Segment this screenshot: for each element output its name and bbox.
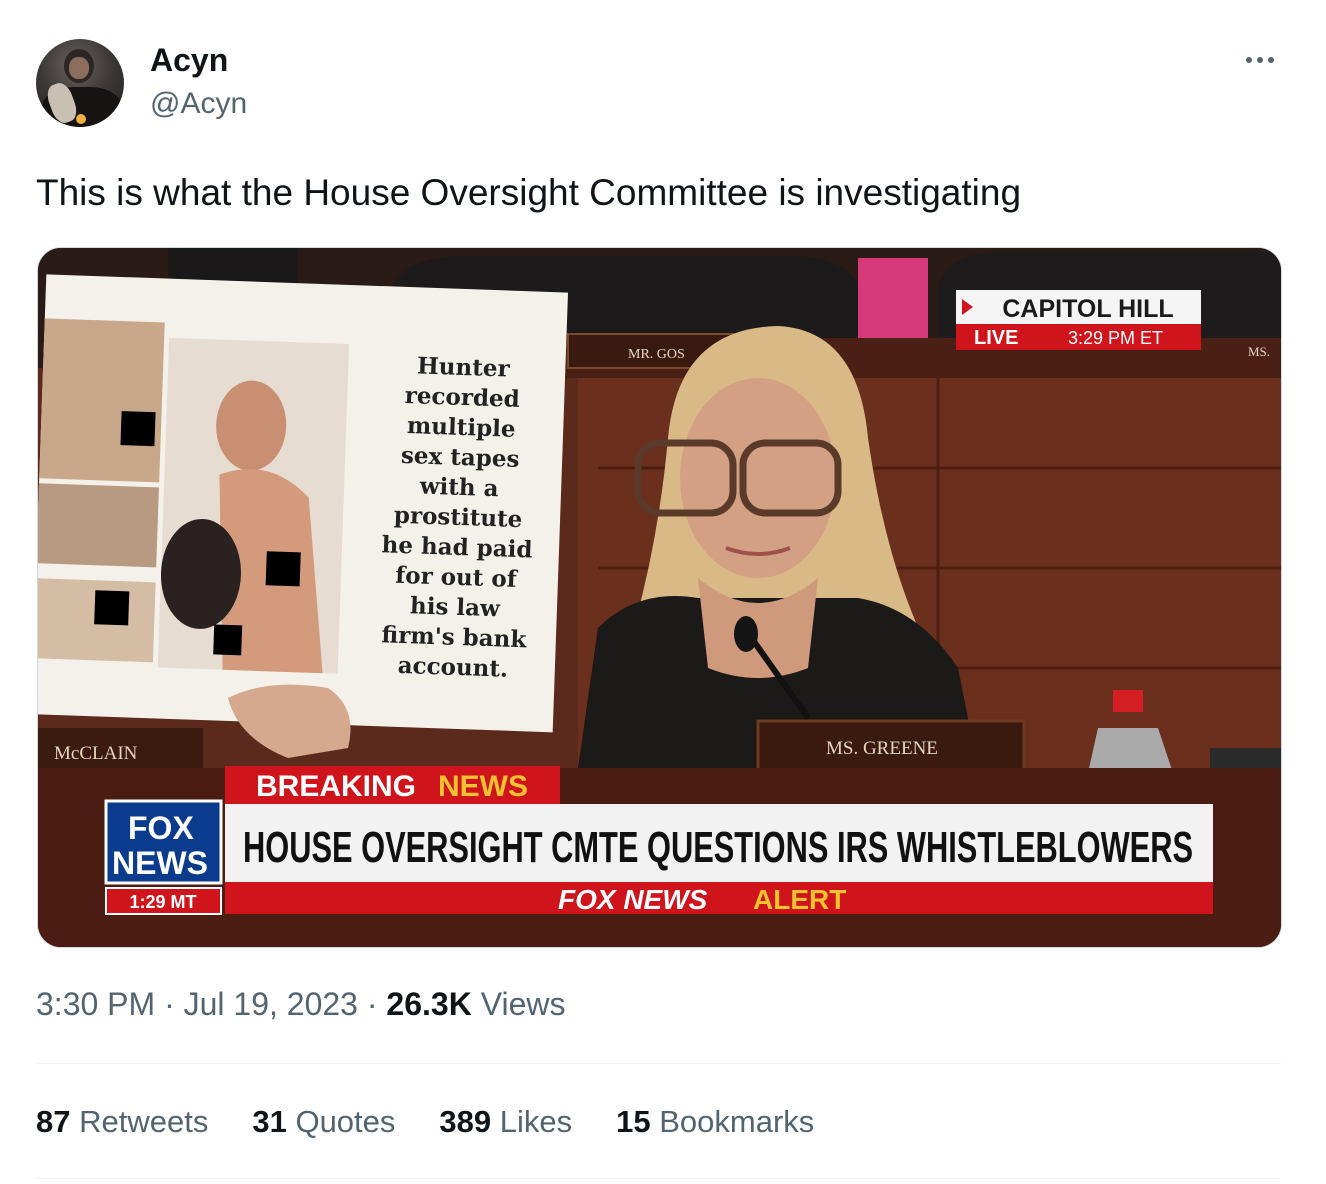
sign-line: he had paid	[381, 531, 533, 563]
avatar[interactable]	[36, 39, 124, 127]
display-name[interactable]: Acyn	[150, 40, 228, 80]
quotes-label: Quotes	[295, 1104, 396, 1139]
live-separator-time: 3:29 PM ET	[1068, 328, 1163, 348]
sign-line: recorded	[404, 382, 520, 413]
placard-top-text: MR. GOS	[628, 347, 685, 362]
logo-news: NEWS	[112, 845, 208, 881]
tweet-media-image[interactable]: MR. GOS MS. Hunter recorded multiple sex…	[37, 247, 1282, 948]
sign-line: Hunter	[417, 352, 511, 382]
face	[680, 378, 836, 578]
meta-separator: ·	[155, 986, 184, 1022]
divider	[36, 1178, 1281, 1179]
tweet-date[interactable]: Jul 19, 2023	[184, 986, 358, 1022]
views-label: Views	[480, 986, 566, 1022]
alert-word: ALERT	[753, 884, 846, 915]
avatar-light	[76, 114, 86, 124]
divider	[36, 1063, 1281, 1064]
tweet-meta: 3:30 PM · Jul 19, 2023 · 26.3K Views	[36, 982, 565, 1026]
logo-fox: FOX	[128, 810, 194, 846]
likes-count: 389	[439, 1104, 492, 1139]
views-count[interactable]: 26.3K	[386, 986, 471, 1022]
breaking-label: BREAKING	[256, 770, 416, 803]
stats-row: 87 Retweets 31 Quotes 389 Likes 15 Bookm…	[36, 1100, 814, 1144]
bookmarks-stat[interactable]: 15 Bookmarks	[616, 1100, 814, 1144]
photo-left-top	[39, 318, 165, 483]
sign-line: with a	[418, 473, 499, 503]
headline-text: HOUSE OVERSIGHT CMTE QUESTIONS IRS WHIST…	[243, 823, 1193, 872]
censor-box	[120, 411, 156, 447]
sign-line: account.	[397, 652, 508, 683]
photo-left-mid	[38, 483, 159, 568]
handle[interactable]: @Acyn	[150, 86, 247, 122]
water-bottle	[1088, 728, 1173, 773]
avatar-face	[69, 57, 89, 79]
sign-line: sex tapes	[401, 442, 520, 473]
quotes-count: 31	[252, 1104, 287, 1139]
retweets-stat[interactable]: 87 Retweets	[36, 1100, 208, 1144]
sign-line: for out of	[395, 562, 519, 593]
more-horizontal-icon[interactable]	[1240, 48, 1280, 72]
tweet-time[interactable]: 3:30 PM	[36, 986, 155, 1022]
sign-line: prostitute	[393, 502, 522, 533]
placard-left-text: McCLAIN	[54, 743, 138, 764]
logo-time: 1:29 MT	[129, 892, 196, 912]
dot	[1257, 57, 1263, 63]
likes-stat[interactable]: 389 Likes	[439, 1100, 572, 1144]
retweets-label: Retweets	[79, 1104, 209, 1139]
dot	[1246, 57, 1252, 63]
microphone-head	[734, 616, 758, 652]
sign-line: multiple	[406, 412, 516, 443]
tweet: Acyn @Acyn This is what the House Oversi…	[0, 0, 1326, 1184]
alert-brand: FOX NEWS	[558, 884, 708, 915]
bookmarks-count: 15	[616, 1104, 651, 1139]
live-label: LIVE	[974, 327, 1018, 349]
bookmarks-label: Bookmarks	[659, 1104, 815, 1139]
bottle-cap	[1113, 690, 1143, 712]
sign-line: his law	[410, 592, 502, 622]
censor-box	[213, 624, 243, 656]
placard-center-text: MS. GREENE	[826, 738, 938, 759]
sign-line: firm's bank	[381, 621, 528, 653]
meta-separator: ·	[357, 986, 387, 1022]
likes-label: Likes	[499, 1104, 573, 1139]
location-text: CAPITOL HILL	[1002, 295, 1173, 323]
quotes-stat[interactable]: 31 Quotes	[252, 1100, 395, 1144]
alert-bar	[225, 882, 1213, 914]
censor-box	[265, 551, 301, 587]
placard-right-text: MS.	[1248, 344, 1270, 359]
censor-box	[94, 590, 130, 626]
dot	[1268, 57, 1274, 63]
retweets-count: 87	[36, 1104, 71, 1139]
tweet-text: This is what the House Oversight Committ…	[36, 172, 1022, 213]
news-label: NEWS	[438, 770, 528, 803]
